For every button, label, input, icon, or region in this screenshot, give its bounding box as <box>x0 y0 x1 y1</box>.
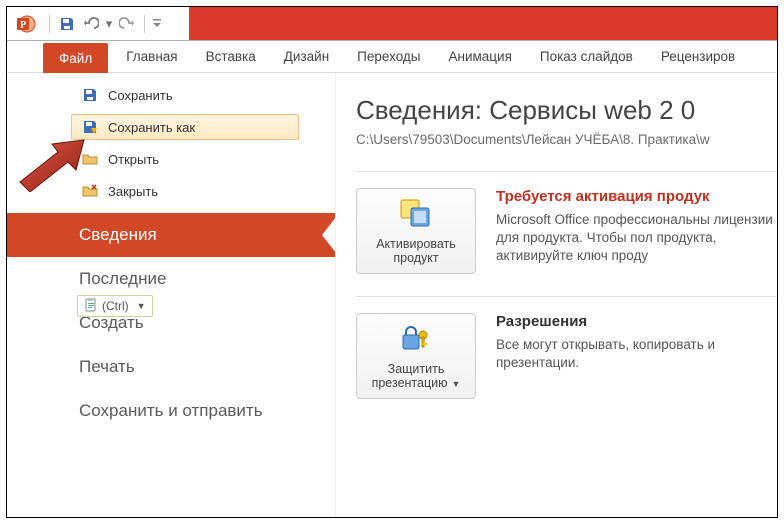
nav-label: Сохранить и отправить <box>79 401 263 421</box>
permissions-row: Защитить презентацию▼ Разрешения Все мог… <box>356 296 777 399</box>
chevron-down-icon: ▼ <box>137 301 146 311</box>
nav-label: Сохранить как <box>108 120 195 135</box>
tab-animations[interactable]: Анимация <box>435 41 526 72</box>
paste-options-smarttag[interactable]: (Ctrl) ▼ <box>77 295 153 317</box>
undo-dropdown-icon[interactable]: ▾ <box>104 13 114 35</box>
lock-key-icon <box>399 323 433 358</box>
tab-design[interactable]: Дизайн <box>270 41 343 72</box>
backstage-nav: Сохранить Сохранить как Открыть Закрыть <box>7 73 335 517</box>
tab-review[interactable]: Рецензиров <box>647 41 749 72</box>
nav-share[interactable]: Сохранить и отправить <box>7 389 335 433</box>
activation-body: Microsoft Office профессиональны лицензи… <box>496 211 777 266</box>
nav-print[interactable]: Печать <box>7 345 335 389</box>
title-bar: P ▾ <box>7 7 777 41</box>
button-label: Активировать продукт <box>363 237 469 265</box>
nav-label: Последние <box>79 269 166 289</box>
save-icon[interactable] <box>56 13 78 35</box>
folder-close-icon <box>82 183 98 199</box>
nav-label: Сохранить <box>108 88 173 103</box>
nav-recent[interactable]: Последние <box>7 257 335 301</box>
file-path: C:\Users\79503\Documents\Лейсан УЧЁБА\8.… <box>356 132 777 147</box>
activate-product-button[interactable]: Активировать продукт <box>356 188 476 274</box>
title-bar-red <box>189 7 777 40</box>
protect-presentation-button[interactable]: Защитить презентацию▼ <box>356 313 476 399</box>
tab-insert[interactable]: Вставка <box>192 41 270 72</box>
permissions-text: Разрешения Все могут открывать, копирова… <box>496 313 777 399</box>
nav-close[interactable]: Закрыть <box>71 178 299 204</box>
clipboard-icon <box>84 298 98 315</box>
nav-label: Печать <box>79 357 135 377</box>
save-as-icon <box>82 119 98 135</box>
activate-icon <box>399 198 433 233</box>
redo-icon[interactable] <box>116 13 138 35</box>
svg-text:P: P <box>20 20 26 31</box>
activation-text: Требуется активация продук Microsoft Off… <box>496 188 777 274</box>
quick-access-toolbar: P ▾ <box>7 7 189 40</box>
nav-label: Сведения <box>79 225 157 245</box>
chevron-down-icon: ▼ <box>451 379 460 389</box>
activation-heading: Требуется активация продук <box>496 188 777 205</box>
nav-open[interactable]: Открыть <box>71 146 299 172</box>
folder-open-icon <box>82 151 98 167</box>
permissions-body: Все могут открывать, копировать и презен… <box>496 336 777 372</box>
tab-home[interactable]: Главная <box>112 41 191 72</box>
tab-transitions[interactable]: Переходы <box>343 41 434 72</box>
nav-info[interactable]: Сведения <box>7 213 335 257</box>
qat-separator <box>144 15 145 33</box>
permissions-heading: Разрешения <box>496 313 777 330</box>
nav-new[interactable]: Создать <box>7 301 335 345</box>
activation-row: Активировать продукт Требуется активация… <box>356 171 777 274</box>
undo-icon[interactable] <box>80 13 102 35</box>
tab-slideshow[interactable]: Показ слайдов <box>526 41 647 72</box>
page-title: Сведения: Сервисы web 2 0 <box>356 95 777 126</box>
button-label: Защитить презентацию▼ <box>363 362 469 390</box>
ribbon-tabs: Файл Главная Вставка Дизайн Переходы Ани… <box>7 41 777 73</box>
tab-file[interactable]: Файл <box>43 43 108 73</box>
powerpoint-app-icon: P <box>13 11 39 37</box>
nav-label: Открыть <box>108 152 159 167</box>
paste-options-label: (Ctrl) <box>102 299 129 313</box>
save-icon <box>82 87 98 103</box>
nav-save[interactable]: Сохранить <box>71 82 299 108</box>
nav-save-as[interactable]: Сохранить как <box>71 114 299 140</box>
qat-separator <box>49 15 50 33</box>
info-panel: Сведения: Сервисы web 2 0 C:\Users\79503… <box>335 73 777 517</box>
qat-customize-icon[interactable] <box>151 13 163 35</box>
nav-label: Закрыть <box>108 184 158 199</box>
